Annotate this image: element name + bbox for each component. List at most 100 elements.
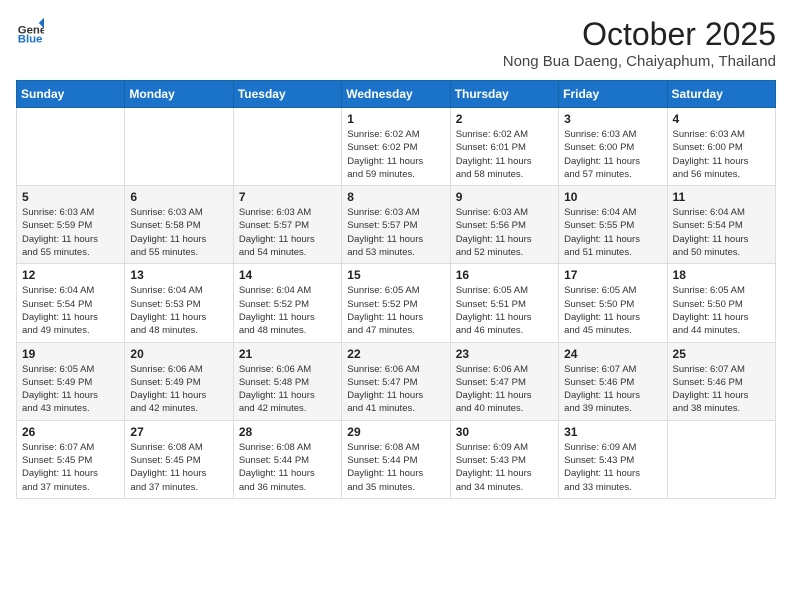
day-info: Sunrise: 6:07 AM Sunset: 5:46 PM Dayligh… [673, 363, 770, 416]
day-info: Sunrise: 6:06 AM Sunset: 5:47 PM Dayligh… [456, 363, 553, 416]
day-number: 27 [130, 425, 227, 439]
day-info: Sunrise: 6:03 AM Sunset: 5:57 PM Dayligh… [347, 206, 444, 259]
day-info: Sunrise: 6:09 AM Sunset: 5:43 PM Dayligh… [564, 441, 661, 494]
calendar-cell: 21Sunrise: 6:06 AM Sunset: 5:48 PM Dayli… [233, 342, 341, 420]
calendar-cell: 1 Sunrise: 6:02 AM Sunset: 6:02 PM Daylig… [342, 108, 450, 186]
day-number: 11 [673, 190, 770, 204]
day-info: Sunrise: 6:06 AM Sunset: 5:49 PM Dayligh… [130, 363, 227, 416]
calendar-cell: 11 Sunrise: 6:04 AM Sunset: 5:54 PM Dayli… [667, 186, 775, 264]
calendar-week-4: 19Sunrise: 6:05 AM Sunset: 5:49 PM Dayli… [17, 342, 776, 420]
day-info: Sunrise: 6:07 AM Sunset: 5:46 PM Dayligh… [564, 363, 661, 416]
day-info: Sunrise: 6:06 AM Sunset: 5:48 PM Dayligh… [239, 363, 336, 416]
logo: General Blue [16, 16, 44, 44]
calendar-cell: 7 Sunrise: 6:03 AM Sunset: 5:57 PM Daylig… [233, 186, 341, 264]
day-info: Sunrise: 6:08 AM Sunset: 5:44 PM Dayligh… [347, 441, 444, 494]
day-number: 23 [456, 347, 553, 361]
day-info: Sunrise: 6:06 AM Sunset: 5:47 PM Dayligh… [347, 363, 444, 416]
weekday-friday: Friday [559, 81, 667, 108]
day-info: Sunrise: 6:09 AM Sunset: 5:43 PM Dayligh… [456, 441, 553, 494]
day-number: 4 [673, 112, 770, 126]
logo-icon: General Blue [16, 16, 44, 44]
calendar-cell: 16Sunrise: 6:05 AM Sunset: 5:51 PM Dayli… [450, 264, 558, 342]
day-info: Sunrise: 6:03 AM Sunset: 5:58 PM Dayligh… [130, 206, 227, 259]
calendar-week-3: 12 Sunrise: 6:04 AM Sunset: 5:54 PM Dayli… [17, 264, 776, 342]
day-number: 7 [239, 190, 336, 204]
day-number: 20 [130, 347, 227, 361]
day-info: Sunrise: 6:04 AM Sunset: 5:53 PM Dayligh… [130, 284, 227, 337]
calendar-cell: 25 Sunrise: 6:07 AM Sunset: 5:46 PM Dayli… [667, 342, 775, 420]
day-info: Sunrise: 6:03 AM Sunset: 5:57 PM Dayligh… [239, 206, 336, 259]
calendar-cell: 30 Sunrise: 6:09 AM Sunset: 5:43 PM Dayli… [450, 420, 558, 498]
day-info: Sunrise: 6:03 AM Sunset: 5:59 PM Dayligh… [22, 206, 119, 259]
day-number: 9 [456, 190, 553, 204]
calendar-week-2: 5 Sunrise: 6:03 AM Sunset: 5:59 PM Daylig… [17, 186, 776, 264]
calendar-week-5: 26Sunrise: 6:07 AM Sunset: 5:45 PM Dayli… [17, 420, 776, 498]
calendar-week-1: 1 Sunrise: 6:02 AM Sunset: 6:02 PM Daylig… [17, 108, 776, 186]
weekday-wednesday: Wednesday [342, 81, 450, 108]
day-info: Sunrise: 6:04 AM Sunset: 5:52 PM Dayligh… [239, 284, 336, 337]
day-number: 5 [22, 190, 119, 204]
day-number: 12 [22, 268, 119, 282]
calendar-cell: 4Sunrise: 6:03 AM Sunset: 6:00 PM Daylig… [667, 108, 775, 186]
calendar-cell: 13 Sunrise: 6:04 AM Sunset: 5:53 PM Dayli… [125, 264, 233, 342]
day-number: 30 [456, 425, 553, 439]
calendar-cell [233, 108, 341, 186]
calendar-cell: 10Sunrise: 6:04 AM Sunset: 5:55 PM Dayli… [559, 186, 667, 264]
day-number: 8 [347, 190, 444, 204]
calendar-cell [667, 420, 775, 498]
day-number: 18 [673, 268, 770, 282]
day-info: Sunrise: 6:05 AM Sunset: 5:49 PM Dayligh… [22, 363, 119, 416]
day-info: Sunrise: 6:05 AM Sunset: 5:50 PM Dayligh… [673, 284, 770, 337]
location: Nong Bua Daeng, Chaiyaphum, Thailand [503, 53, 776, 70]
calendar-cell: 5 Sunrise: 6:03 AM Sunset: 5:59 PM Daylig… [17, 186, 125, 264]
calendar-cell: 6 Sunrise: 6:03 AM Sunset: 5:58 PM Daylig… [125, 186, 233, 264]
day-info: Sunrise: 6:05 AM Sunset: 5:52 PM Dayligh… [347, 284, 444, 337]
calendar-cell: 9Sunrise: 6:03 AM Sunset: 5:56 PM Daylig… [450, 186, 558, 264]
day-number: 17 [564, 268, 661, 282]
day-info: Sunrise: 6:04 AM Sunset: 5:54 PM Dayligh… [673, 206, 770, 259]
weekday-monday: Monday [125, 81, 233, 108]
day-info: Sunrise: 6:08 AM Sunset: 5:44 PM Dayligh… [239, 441, 336, 494]
day-number: 26 [22, 425, 119, 439]
weekday-row: SundayMondayTuesdayWednesdayThursdayFrid… [17, 81, 776, 108]
weekday-thursday: Thursday [450, 81, 558, 108]
calendar-cell: 2 Sunrise: 6:02 AM Sunset: 6:01 PM Daylig… [450, 108, 558, 186]
calendar-cell: 22 Sunrise: 6:06 AM Sunset: 5:47 PM Dayli… [342, 342, 450, 420]
calendar-cell: 3Sunrise: 6:03 AM Sunset: 6:00 PM Daylig… [559, 108, 667, 186]
weekday-sunday: Sunday [17, 81, 125, 108]
calendar: SundayMondayTuesdayWednesdayThursdayFrid… [16, 80, 776, 499]
day-number: 16 [456, 268, 553, 282]
calendar-cell: 17 Sunrise: 6:05 AM Sunset: 5:50 PM Dayli… [559, 264, 667, 342]
day-number: 10 [564, 190, 661, 204]
day-number: 24 [564, 347, 661, 361]
day-number: 6 [130, 190, 227, 204]
calendar-cell: 28 Sunrise: 6:08 AM Sunset: 5:44 PM Dayli… [233, 420, 341, 498]
weekday-tuesday: Tuesday [233, 81, 341, 108]
day-info: Sunrise: 6:08 AM Sunset: 5:45 PM Dayligh… [130, 441, 227, 494]
calendar-cell: 20 Sunrise: 6:06 AM Sunset: 5:49 PM Dayli… [125, 342, 233, 420]
day-number: 28 [239, 425, 336, 439]
day-number: 1 [347, 112, 444, 126]
calendar-cell [125, 108, 233, 186]
calendar-cell: 31 Sunrise: 6:09 AM Sunset: 5:43 PM Dayli… [559, 420, 667, 498]
day-number: 15 [347, 268, 444, 282]
calendar-cell: 18 Sunrise: 6:05 AM Sunset: 5:50 PM Dayli… [667, 264, 775, 342]
day-number: 22 [347, 347, 444, 361]
calendar-cell: 24 Sunrise: 6:07 AM Sunset: 5:46 PM Dayli… [559, 342, 667, 420]
calendar-cell: 15 Sunrise: 6:05 AM Sunset: 5:52 PM Dayli… [342, 264, 450, 342]
day-number: 25 [673, 347, 770, 361]
day-number: 3 [564, 112, 661, 126]
calendar-body: 1 Sunrise: 6:02 AM Sunset: 6:02 PM Daylig… [17, 108, 776, 499]
day-info: Sunrise: 6:02 AM Sunset: 6:02 PM Dayligh… [347, 128, 444, 181]
day-info: Sunrise: 6:04 AM Sunset: 5:54 PM Dayligh… [22, 284, 119, 337]
day-info: Sunrise: 6:05 AM Sunset: 5:50 PM Dayligh… [564, 284, 661, 337]
calendar-cell: 14Sunrise: 6:04 AM Sunset: 5:52 PM Dayli… [233, 264, 341, 342]
weekday-saturday: Saturday [667, 81, 775, 108]
calendar-cell: 29Sunrise: 6:08 AM Sunset: 5:44 PM Dayli… [342, 420, 450, 498]
day-info: Sunrise: 6:02 AM Sunset: 6:01 PM Dayligh… [456, 128, 553, 181]
day-number: 31 [564, 425, 661, 439]
calendar-cell: 27 Sunrise: 6:08 AM Sunset: 5:45 PM Dayli… [125, 420, 233, 498]
calendar-cell: 19Sunrise: 6:05 AM Sunset: 5:49 PM Dayli… [17, 342, 125, 420]
day-number: 13 [130, 268, 227, 282]
day-number: 2 [456, 112, 553, 126]
